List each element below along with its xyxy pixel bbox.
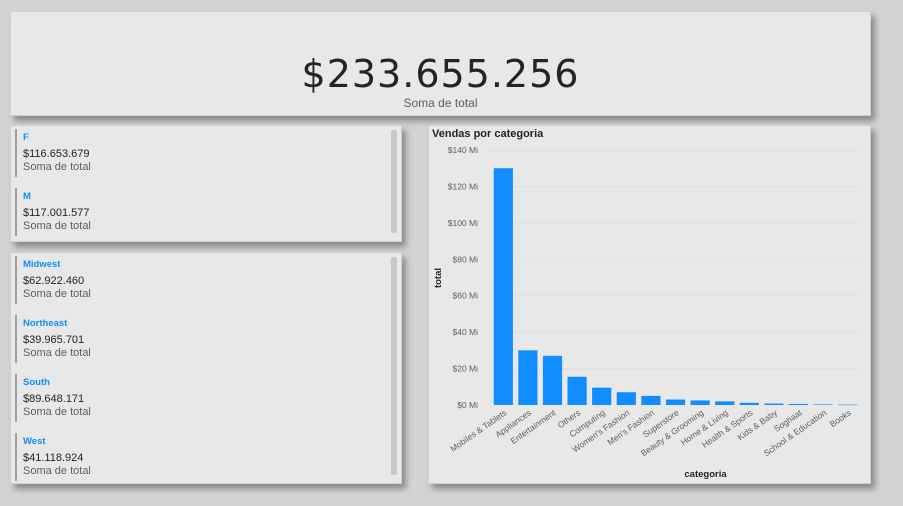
- card-row-value: $117.001.577: [23, 207, 90, 219]
- bar-chart-card[interactable]: $0 Mi $20 Mi $40 Mi $60 Mi $80 Mi $100 Mi $120…: [428, 125, 871, 484]
- y-tick-label: $140 Mi: [448, 145, 478, 155]
- x-axis-title: categoria: [684, 469, 727, 480]
- bar[interactable]: [813, 404, 833, 405]
- bar[interactable]: [665, 399, 686, 405]
- bar[interactable]: [739, 402, 759, 405]
- card-row-northeast: Northeast $39.965.701 Soma de total: [15, 315, 385, 363]
- y-tick-label: $60 Mi: [452, 291, 478, 301]
- y-tick-label: $80 Mi: [452, 254, 478, 264]
- kpi-label: Soma de total: [403, 96, 478, 110]
- card-row-label: Soma de total: [23, 288, 91, 300]
- y-axis-title: total: [433, 268, 444, 288]
- bar[interactable]: [838, 404, 858, 406]
- multirow-card-region[interactable]: Midwest $62.922.460 Soma de total Northe…: [10, 252, 402, 484]
- y-tick-label: $20 Mi: [452, 364, 478, 374]
- kpi-value: $233.655.256: [301, 52, 580, 96]
- bar[interactable]: [690, 400, 710, 405]
- card-row-value: $116.653.679: [23, 148, 90, 160]
- chart-title: Vendas por categoria: [432, 128, 544, 140]
- bar[interactable]: [715, 401, 735, 405]
- card-row-west: West $41.118.924 Soma de total: [15, 433, 385, 481]
- bar[interactable]: [518, 350, 538, 405]
- bar[interactable]: [493, 168, 513, 405]
- x-tick-label: Books: [828, 407, 853, 429]
- bar[interactable]: [616, 392, 636, 405]
- card-row-value: $41.118.924: [23, 452, 84, 464]
- bar[interactable]: [592, 387, 612, 405]
- card-row-m: M $117.001.577 Soma de total: [15, 188, 385, 236]
- vertical-scrollbar[interactable]: [391, 257, 397, 475]
- bar-chart: $0 Mi $20 Mi $40 Mi $60 Mi $80 Mi $100 Mi $120…: [433, 145, 860, 480]
- card-row-label: Soma de total: [23, 406, 91, 418]
- card-row-category: West: [23, 436, 46, 447]
- vertical-scrollbar[interactable]: [391, 130, 397, 233]
- card-row-category: F: [23, 132, 29, 143]
- card-row-midwest: Midwest $62.922.460 Soma de total: [15, 256, 385, 304]
- card-row-category: Midwest: [23, 259, 61, 270]
- card-row-f: F $116.653.679 Soma de total: [15, 129, 385, 177]
- y-tick-label: $40 Mi: [452, 327, 478, 337]
- card-row-label: Soma de total: [23, 465, 91, 477]
- y-tick-label: $120 Mi: [448, 181, 478, 191]
- multirow-card-gender[interactable]: F $116.653.679 Soma de total M $117.001.…: [10, 125, 402, 242]
- bar[interactable]: [567, 376, 587, 405]
- bar[interactable]: [641, 395, 661, 405]
- bar[interactable]: [788, 403, 809, 405]
- card-row-south: South $89.648.171 Soma de total: [15, 374, 385, 422]
- card-row-value: $39.965.701: [23, 334, 85, 346]
- kpi-card-total[interactable]: $233.655.256 Soma de total: [10, 11, 871, 116]
- y-tick-label: $0 Mi: [457, 400, 478, 410]
- bar[interactable]: [764, 403, 784, 405]
- card-row-category: Northeast: [23, 318, 68, 329]
- card-row-value: $89.648.171: [23, 393, 85, 405]
- card-row-category: South: [23, 377, 50, 388]
- y-tick-label: $100 Mi: [448, 218, 478, 228]
- card-row-category: M: [23, 191, 31, 202]
- card-row-label: Soma de total: [23, 220, 91, 232]
- card-row-label: Soma de total: [23, 161, 91, 173]
- card-row-label: Soma de total: [23, 347, 91, 359]
- card-row-value: $62.922.460: [23, 275, 85, 287]
- bar[interactable]: [542, 355, 563, 405]
